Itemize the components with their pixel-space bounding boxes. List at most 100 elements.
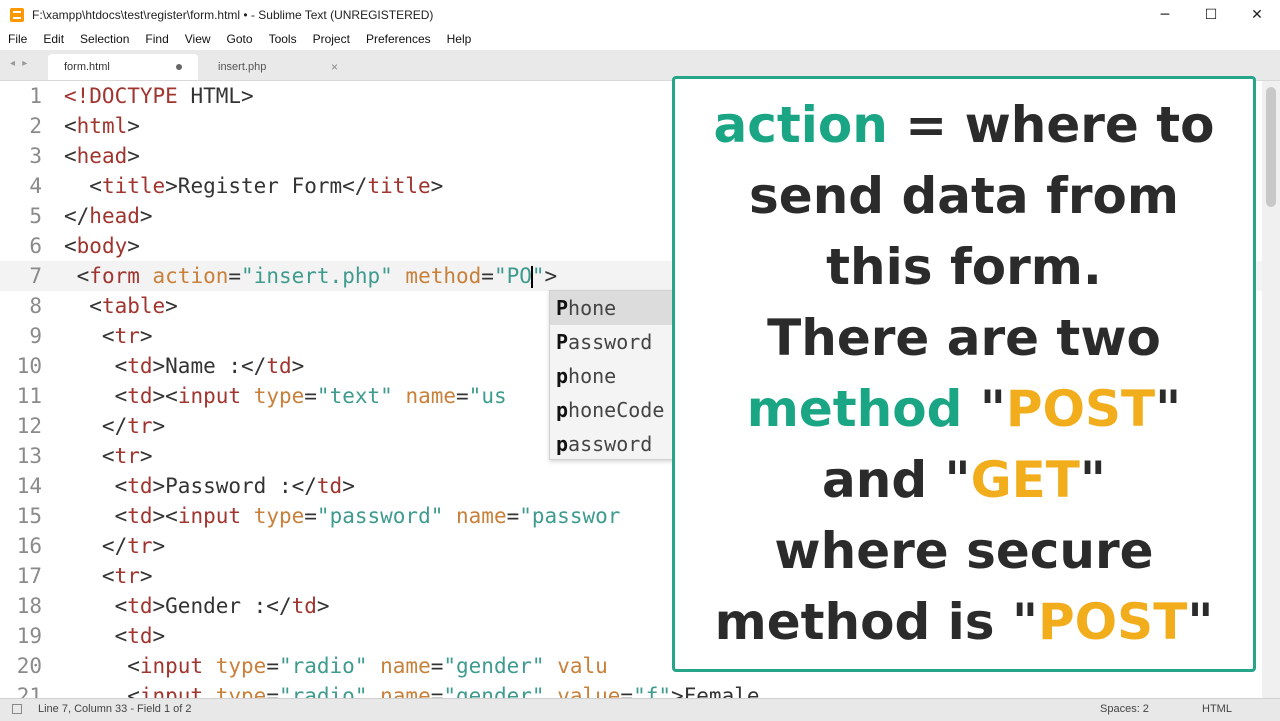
annotation-text: send data from — [749, 167, 1179, 225]
title-bar: F:\xampp\htdocs\test\register\form.html … — [0, 0, 1280, 30]
code-line[interactable]: <html> — [64, 111, 140, 141]
autocomplete-item[interactable]: phoneCode — [550, 393, 674, 427]
annotation-line: There are two — [767, 303, 1161, 374]
code-line[interactable]: </head> — [64, 201, 153, 231]
code-token: "password" — [316, 504, 444, 528]
autocomplete-item[interactable]: Password — [550, 325, 674, 359]
menu-preferences[interactable]: Preferences — [358, 32, 439, 46]
code-line[interactable]: <body> — [64, 231, 140, 261]
tab-form-html[interactable]: form.html — [48, 54, 198, 80]
code-token: < — [64, 654, 140, 678]
match-prefix: P — [556, 296, 569, 320]
code-token: = — [481, 264, 494, 288]
panel-toggle-icon[interactable] — [12, 704, 22, 714]
menu-project[interactable]: Project — [305, 32, 358, 46]
code-token: = — [228, 264, 242, 288]
code-line[interactable]: <input type="radio" name="gender" value=… — [64, 681, 760, 698]
code-token: td — [127, 624, 153, 648]
line-number-gutter: 1 2 3 4 5 6 7 8 9 10 11 12 13 14 15 16 17 18 19 20 21 — [0, 81, 56, 698]
code-line[interactable]: <head> — [64, 141, 140, 171]
code-line[interactable]: <table> — [64, 291, 178, 321]
code-token: < — [64, 624, 128, 648]
code-token: HTML> — [177, 84, 254, 108]
code-token: < — [64, 324, 115, 348]
syntax-selector[interactable]: HTML — [1202, 703, 1232, 715]
code-token: >Password :</ — [152, 474, 317, 498]
line-number: 4 — [29, 174, 42, 198]
code-token: input — [177, 384, 242, 408]
code-token: < — [64, 474, 128, 498]
code-token: html — [76, 114, 128, 138]
autocomplete-item[interactable]: phone — [550, 359, 674, 393]
code-token: type — [215, 654, 267, 678]
code-line[interactable]: <tr> — [64, 441, 153, 471]
code-token: td — [127, 384, 153, 408]
autocomplete-item[interactable]: password — [550, 427, 674, 459]
code-token: >Name :</ — [152, 354, 267, 378]
code-token: < — [64, 564, 115, 588]
code-token: = — [266, 684, 279, 698]
code-token: tr — [127, 414, 153, 438]
menu-tools[interactable]: Tools — [261, 32, 305, 46]
scrollbar-thumb[interactable] — [1266, 87, 1276, 207]
tab-label: form.html — [64, 61, 110, 73]
code-token: >Female — [671, 684, 760, 698]
code-token: "gender" — [443, 654, 545, 678]
code-token: < — [64, 594, 128, 618]
menu-file[interactable]: File — [0, 32, 35, 46]
close-button[interactable]: ✕ — [1234, 0, 1280, 30]
code-token: tr — [114, 564, 140, 588]
code-token: head — [76, 144, 128, 168]
code-line[interactable]: <td><input type="text" name="us — [64, 381, 507, 411]
code-token: < — [64, 144, 77, 168]
code-line[interactable]: </tr> — [64, 411, 165, 441]
code-line[interactable]: <input type="radio" name="gender" valu — [64, 651, 608, 681]
line-number: 19 — [16, 624, 42, 648]
code-line[interactable]: <form action="insert.php" method="PO"> — [64, 261, 557, 291]
menu-goto[interactable]: Goto — [219, 32, 261, 46]
autocomplete-item[interactable]: Phone — [550, 291, 674, 325]
code-line[interactable]: <td>Name :</td> — [64, 351, 305, 381]
annotation-line: this form. — [826, 232, 1102, 303]
code-line[interactable]: <title>Register Form</title> — [64, 171, 443, 201]
menu-view[interactable]: View — [177, 32, 219, 46]
code-token: tr — [127, 534, 153, 558]
menu-help[interactable]: Help — [439, 32, 480, 46]
tab-insert-php[interactable]: insert.php × — [202, 54, 352, 80]
code-token: td — [127, 504, 153, 528]
code-line[interactable]: <td> — [64, 621, 166, 651]
tab-nav-arrows-icon[interactable]: ◂ ▸ — [10, 58, 29, 69]
code-token: td — [127, 474, 153, 498]
annotation-text: " — [1079, 451, 1106, 509]
code-line[interactable]: </tr> — [64, 531, 165, 561]
code-token: >< — [152, 504, 178, 528]
annotation-line: action = where to — [713, 90, 1214, 161]
maximize-button[interactable]: ☐ — [1188, 0, 1234, 30]
code-line[interactable]: <tr> — [64, 321, 153, 351]
completion-rest: assword — [568, 432, 653, 456]
code-line[interactable]: <td><input type="password" name="passwor — [64, 501, 621, 531]
code-token: = — [506, 504, 520, 528]
menu-find[interactable]: Find — [137, 32, 176, 46]
menu-selection[interactable]: Selection — [72, 32, 137, 46]
code-token: </ — [64, 204, 90, 228]
code-token: > — [127, 234, 140, 258]
window-controls: ─ ☐ ✕ — [1142, 0, 1280, 30]
code-line[interactable]: <td>Gender :</td> — [64, 591, 330, 621]
code-line[interactable]: <tr> — [64, 561, 153, 591]
code-token: < — [64, 294, 102, 318]
indentation-setting[interactable]: Spaces: 2 — [1100, 703, 1149, 715]
code-line[interactable]: <td>Password :</td> — [64, 471, 355, 501]
minimize-button[interactable]: ─ — [1142, 0, 1188, 30]
annotation-keyword: action — [713, 96, 888, 154]
close-tab-icon[interactable]: × — [331, 60, 338, 74]
unsaved-dot-icon[interactable] — [176, 64, 182, 70]
menu-edit[interactable]: Edit — [35, 32, 72, 46]
vertical-scrollbar[interactable] — [1262, 81, 1280, 698]
code-token: "us — [468, 384, 507, 408]
code-line[interactable]: <!DOCTYPE HTML> — [64, 81, 254, 111]
